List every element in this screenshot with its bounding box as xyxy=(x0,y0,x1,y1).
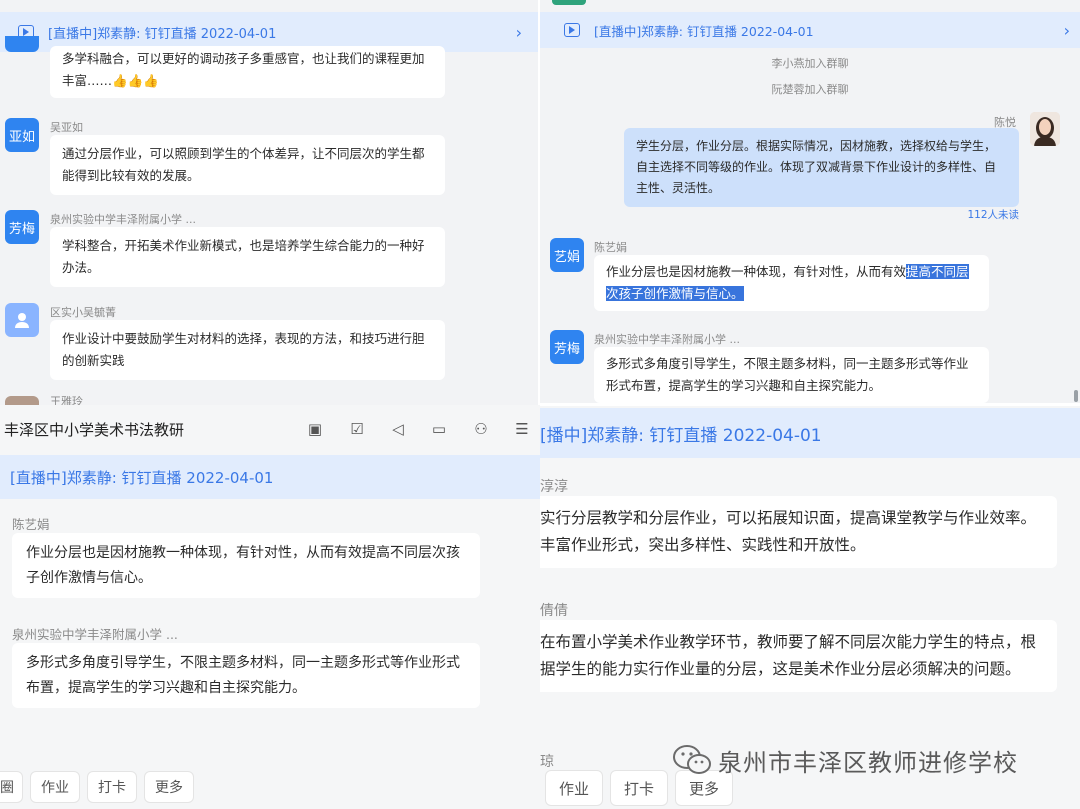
folder-icon[interactable]: ▭ xyxy=(430,421,448,437)
chevron-right-icon: › xyxy=(1063,20,1070,40)
message-bubble: 作业设计中要鼓励学生对材料的选择，表现的方法，和技巧进行胆的创新实践 xyxy=(50,320,445,380)
avatar: 艺娟 xyxy=(550,238,584,272)
avatar xyxy=(5,36,39,52)
sender-name: 陈艺娟 xyxy=(594,241,627,254)
message-bubble: 实行分层教学和分层作业，可以拓展知识面，提高课堂教学与作业效率。丰富作业形式，突… xyxy=(540,496,1057,569)
sender-name: 吴亚如 xyxy=(50,121,83,134)
homework-button[interactable]: 作业 xyxy=(546,771,602,805)
check-in-button[interactable]: 打卡 xyxy=(611,771,667,805)
avatar: 芳梅 xyxy=(5,210,39,244)
system-message: 李小燕加入群聊 xyxy=(771,57,849,70)
sender-name: 琼 xyxy=(540,754,554,770)
sender-name: 陈艺娟 xyxy=(12,517,50,532)
chevron-right-icon: › xyxy=(515,22,522,42)
video-icon[interactable]: ▣ xyxy=(306,421,324,437)
live-title: [直播中]郑素静: 钉钉直播 2022-04-01 xyxy=(10,468,274,487)
user-icon xyxy=(15,313,29,328)
bottom-left-chat-panel: 丰泽区中小学美术书法教研 ▣ ☑ ◁ ▭ ⚇ ☰ [直播中]郑素静: 钉钉直播 … xyxy=(0,405,540,809)
message-bubble: 作业分层也是因材施教一种体现，有针对性，从而有效提高不同层次孩子创作激情与信心。 xyxy=(594,255,989,311)
scrollbar[interactable] xyxy=(1074,390,1078,402)
profile-photo-icon xyxy=(1030,112,1060,146)
live-banner[interactable]: [直播中]郑素静: 钉钉直播 2022-04-01 › xyxy=(540,12,1080,48)
circle-button[interactable]: 圈 xyxy=(0,772,22,802)
message-bubble: 多学科融合，可以更好的调动孩子多重感官，也让我们的课程更加丰富……👍👍👍 xyxy=(50,46,445,98)
message-bubble: 多形式多角度引导学生，不限主题多材料，同一主题多形式等作业形式布置，提高学生的学… xyxy=(12,643,480,708)
message-bubble: 在布置小学美术作业教学环节，教师要了解不同层次能力学生的特点，根据学生的能力实行… xyxy=(540,620,1057,693)
avatar xyxy=(552,0,586,5)
live-title: [直播中]郑素静: 钉钉直播 2022-04-01 xyxy=(48,26,277,42)
live-banner[interactable]: [播中]郑素静: 钉钉直播 2022-04-01 xyxy=(540,408,1080,458)
add-member-icon[interactable]: ⚇ xyxy=(472,421,490,437)
wechat-logo-icon xyxy=(673,745,711,774)
top-left-chat-panel: [直播中]郑素静: 钉钉直播 2022-04-01 › 多学科融合，可以更好的调… xyxy=(0,0,538,405)
top-right-chat-panel: [直播中]郑素静: 钉钉直播 2022-04-01 › 李小燕加入群聊 阮楚蓉加… xyxy=(540,0,1080,403)
check-in-button[interactable]: 打卡 xyxy=(88,772,136,802)
message-bubble: 学科整合，开拓美术作业新模式，也是培养学生综合能力的一种好办法。 xyxy=(50,227,445,287)
group-title: 丰泽区中小学美术书法教研 xyxy=(4,421,185,439)
message-text: 作业分层也是因材施教一种体现，有针对性，从而有效 xyxy=(606,264,907,279)
live-banner[interactable]: [直播中]郑素静: 钉钉直播 2022-04-01 xyxy=(0,455,540,499)
homework-button[interactable]: 作业 xyxy=(31,772,79,802)
sender-name: 区实小吴毓菁 xyxy=(50,306,116,319)
watermark-text: 泉州市丰泽区教师进修学校 xyxy=(718,748,1018,777)
sender-name: 泉州实验中学丰泽附属小学 ... xyxy=(50,213,196,226)
message-bubble: 通过分层作业，可以照顾到学生的个体差异，让不同层次的学生都能得到比较有效的发展。 xyxy=(50,135,445,195)
unread-count[interactable]: 112人未读 xyxy=(967,207,1019,222)
search-list-icon[interactable]: ☰ xyxy=(513,421,531,437)
avatar: 亚如 xyxy=(5,118,39,152)
message-bubble: 作业分层也是因材施教一种体现，有针对性，从而有效提高不同层次孩子创作激情与信心。 xyxy=(12,533,480,598)
live-icon xyxy=(564,23,580,37)
avatar: 芳梅 xyxy=(550,330,584,364)
checkbox-icon[interactable]: ☑ xyxy=(348,421,366,437)
more-button[interactable]: 更多 xyxy=(145,772,193,802)
system-message: 阮楚蓉加入群聊 xyxy=(771,83,849,96)
live-title: [播中]郑素静: 钉钉直播 2022-04-01 xyxy=(540,425,822,446)
sender-name: 泉州实验中学丰泽附属小学 ... xyxy=(594,333,740,346)
sender-name: 泉州实验中学丰泽附属小学 ... xyxy=(12,627,178,642)
sender-name: 倩倩 xyxy=(540,603,568,619)
sender-name: 王雅玲 xyxy=(50,396,83,405)
message-bubble-self: 学生分层，作业分层。根据实际情况，因材施教，选择权给与学生，自主选择不同等级的作… xyxy=(624,128,1019,207)
watermark: 泉州市丰泽区教师进修学校 xyxy=(672,740,1018,780)
avatar xyxy=(5,303,39,337)
avatar xyxy=(5,396,39,405)
live-title: [直播中]郑素静: 钉钉直播 2022-04-01 xyxy=(594,23,814,39)
sender-name: 淳淳 xyxy=(540,479,568,495)
speaker-icon[interactable]: ◁ xyxy=(389,421,407,437)
avatar xyxy=(1030,112,1060,146)
message-bubble: 多形式多角度引导学生，不限主题多材料，同一主题多形式等作业形式布置，提高学生的学… xyxy=(594,347,989,403)
